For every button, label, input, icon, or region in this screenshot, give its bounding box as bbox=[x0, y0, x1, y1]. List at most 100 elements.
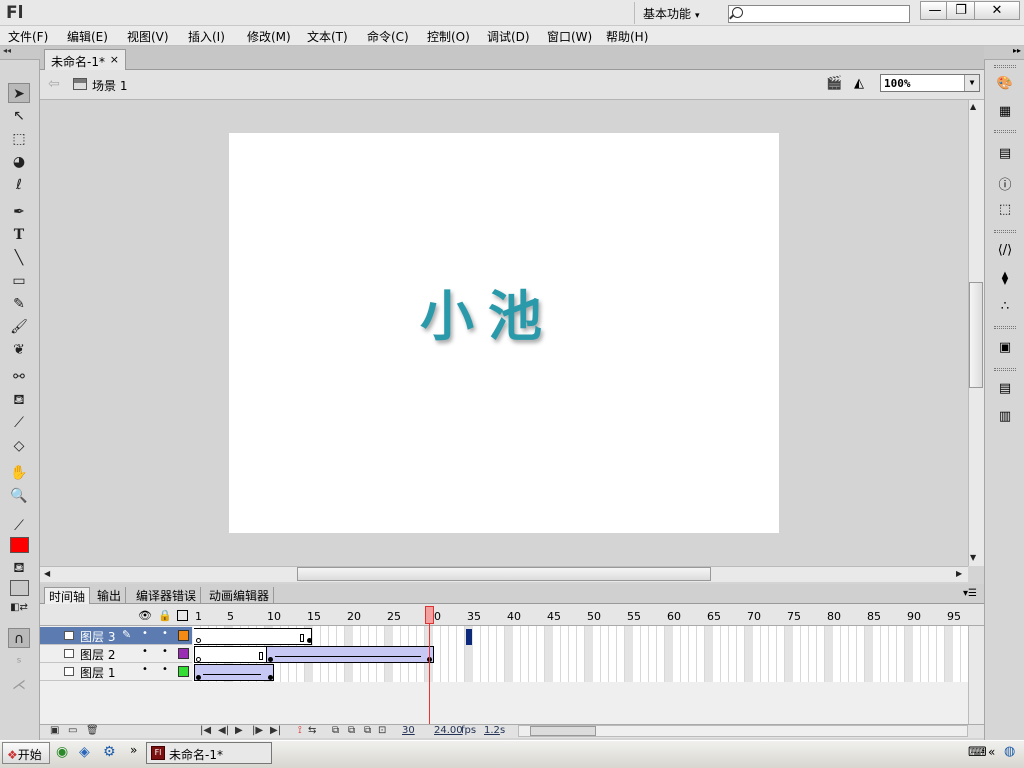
scroll-down-icon[interactable]: ▼ bbox=[970, 553, 976, 562]
new-folder-icon[interactable]: ▭ bbox=[68, 725, 77, 736]
empty-keyframe[interactable] bbox=[196, 657, 201, 662]
layer-row-1[interactable]: 图层 1 • • bbox=[40, 663, 192, 681]
3d-rotation-tool-icon[interactable]: ◕ bbox=[8, 152, 30, 172]
keyboard-icon[interactable]: ⌨ bbox=[968, 745, 987, 760]
outline-color-swatch[interactable] bbox=[178, 666, 189, 677]
bone-tool-icon[interactable]: ⚯ bbox=[8, 367, 30, 387]
swatches-icon[interactable]: ▦ bbox=[995, 104, 1015, 122]
lasso-tool-icon[interactable]: ℓ bbox=[8, 175, 30, 195]
edit-symbols-icon[interactable]: ◭ bbox=[854, 76, 870, 92]
document-tab[interactable]: 未命名-1* × bbox=[44, 49, 126, 70]
lock-dot[interactable]: • bbox=[162, 628, 168, 639]
library-icon[interactable]: ▤ bbox=[995, 381, 1015, 399]
start-button[interactable]: ❖开始 bbox=[2, 742, 50, 764]
tab-timeline[interactable]: 时间轴 bbox=[44, 587, 91, 604]
keyframe[interactable] bbox=[196, 675, 201, 680]
close-button[interactable]: ✕ bbox=[974, 1, 1020, 20]
tools-panel-header[interactable]: ◂◂ bbox=[0, 46, 40, 60]
motion-presets-icon[interactable]: ∴ bbox=[995, 299, 1015, 317]
straighten-icon[interactable]: ⋌ bbox=[8, 675, 30, 695]
scroll-right-icon[interactable]: ▶ bbox=[956, 569, 962, 578]
keyframe[interactable] bbox=[268, 657, 273, 662]
panel-menu-icon[interactable]: ▾☰ bbox=[963, 588, 977, 599]
layer2-static-span[interactable] bbox=[194, 646, 268, 663]
elapsed-time-value[interactable]: 1.2 bbox=[484, 725, 500, 736]
visibility-dot[interactable]: • bbox=[142, 664, 148, 675]
menu-commands[interactable]: 命令(C) bbox=[367, 28, 409, 45]
align-icon[interactable]: ▤ bbox=[995, 146, 1015, 164]
taskbar-window-item[interactable]: Fl 未命名-1* bbox=[146, 742, 272, 764]
settings-icon[interactable]: ⚙ bbox=[103, 744, 116, 760]
brush-tool-icon[interactable]: 🖌 bbox=[8, 317, 30, 337]
workspace-switcher[interactable]: 基本功能 ▾ bbox=[634, 2, 714, 24]
loop-icon[interactable]: ⇆ bbox=[308, 725, 316, 736]
selection-tool-icon[interactable]: ➤ bbox=[8, 83, 30, 103]
show-hide-all-eye-icon[interactable]: 👁 bbox=[138, 609, 152, 622]
explorer-icon[interactable]: ◈ bbox=[79, 744, 90, 760]
keyframe[interactable] bbox=[268, 675, 273, 680]
snap-to-objects-icon[interactable]: ∩ bbox=[8, 628, 30, 648]
deco-tool-icon[interactable]: ❦ bbox=[8, 340, 30, 360]
first-frame-icon[interactable]: |◀ bbox=[200, 725, 211, 736]
eraser-tool-icon[interactable]: ◇ bbox=[8, 436, 30, 456]
zoom-tool-icon[interactable]: 🔍 bbox=[8, 486, 30, 506]
current-frame-value[interactable]: 30 bbox=[402, 725, 415, 736]
zoom-select[interactable]: 100% ▼ bbox=[880, 74, 980, 92]
close-tab-icon[interactable]: × bbox=[110, 53, 119, 66]
step-back-icon[interactable]: ◀| bbox=[218, 725, 229, 736]
play-icon[interactable]: ▶ bbox=[235, 725, 243, 736]
fill-color-icon[interactable]: ⛾ bbox=[8, 558, 30, 578]
scroll-up-icon[interactable]: ▲ bbox=[970, 102, 976, 111]
back-arrow-icon[interactable]: ⇦ bbox=[48, 76, 60, 92]
menu-view[interactable]: 视图(V) bbox=[127, 28, 169, 45]
motion-tween[interactable] bbox=[266, 646, 434, 663]
playhead[interactable] bbox=[425, 606, 434, 624]
new-layer-icon[interactable]: ▣ bbox=[50, 725, 59, 736]
keyframe[interactable] bbox=[307, 638, 312, 643]
menu-modify[interactable]: 修改(M) bbox=[247, 28, 291, 45]
menu-control[interactable]: 控制(O) bbox=[427, 28, 470, 45]
rectangle-tool-icon[interactable]: ▭ bbox=[8, 271, 30, 291]
color-palette-icon[interactable]: 🎨 bbox=[995, 76, 1015, 94]
hand-tool-icon[interactable]: ✋ bbox=[8, 463, 30, 483]
end-frame-marker[interactable] bbox=[259, 652, 263, 660]
paint-bucket-tool-icon[interactable]: ⛾ bbox=[8, 390, 30, 410]
menu-text[interactable]: 文本(T) bbox=[307, 28, 348, 45]
onion-outlines-icon[interactable]: ⧉ bbox=[348, 725, 355, 736]
end-frame-marker[interactable] bbox=[300, 634, 304, 642]
code-snippets-icon[interactable]: ⟨/⟩ bbox=[995, 243, 1015, 261]
lock-dot[interactable]: • bbox=[162, 664, 168, 675]
pencil-tool-icon[interactable]: ✎ bbox=[8, 294, 30, 314]
horizontal-scroll-thumb[interactable] bbox=[297, 567, 711, 581]
last-frame-icon[interactable]: ▶| bbox=[270, 725, 281, 736]
visibility-dot[interactable]: • bbox=[142, 628, 148, 639]
eyedropper-tool-icon[interactable]: ⟋ bbox=[8, 413, 30, 433]
menu-window[interactable]: 窗口(W) bbox=[547, 28, 592, 45]
components-icon[interactable]: ⧫ bbox=[995, 271, 1015, 289]
swap-colors-icon[interactable]: ◧⇄ bbox=[8, 598, 30, 618]
tray-expand-icon[interactable]: « bbox=[988, 745, 995, 759]
menu-file[interactable]: 文件(F) bbox=[8, 28, 48, 45]
step-forward-icon[interactable]: |▶ bbox=[252, 725, 263, 736]
line-tool-icon[interactable]: ╲ bbox=[8, 248, 30, 268]
edit-multiple-frames-icon[interactable]: ⧉ bbox=[364, 725, 371, 736]
layer3-frame-span[interactable] bbox=[194, 628, 312, 645]
scene-breadcrumb[interactable]: 场景 1 bbox=[92, 77, 127, 94]
outline-all-icon[interactable] bbox=[177, 610, 188, 621]
edit-scene-icon[interactable]: 🎬 bbox=[826, 76, 842, 92]
lock-dot[interactable]: • bbox=[162, 646, 168, 657]
menu-edit[interactable]: 编辑(E) bbox=[67, 28, 108, 45]
motion-tween[interactable] bbox=[194, 664, 274, 681]
text-tool-icon[interactable]: T bbox=[8, 225, 30, 245]
transform-icon[interactable]: ⬚ bbox=[995, 202, 1015, 220]
visibility-dot[interactable]: • bbox=[142, 646, 148, 657]
network-icon[interactable]: ◍ bbox=[1004, 744, 1015, 759]
free-transform-tool-icon[interactable]: ⬚ bbox=[8, 129, 30, 149]
pen-tool-icon[interactable]: ✒ bbox=[8, 202, 30, 222]
subselection-tool-icon[interactable]: ↖ bbox=[8, 106, 30, 126]
menu-debug[interactable]: 调试(D) bbox=[487, 28, 530, 45]
taskbar-overflow[interactable]: » bbox=[130, 743, 137, 757]
timeline-scroll-thumb[interactable] bbox=[530, 726, 596, 736]
vertical-scroll-thumb[interactable] bbox=[969, 282, 983, 388]
frame-rate-value[interactable]: 24.00 bbox=[434, 725, 463, 736]
